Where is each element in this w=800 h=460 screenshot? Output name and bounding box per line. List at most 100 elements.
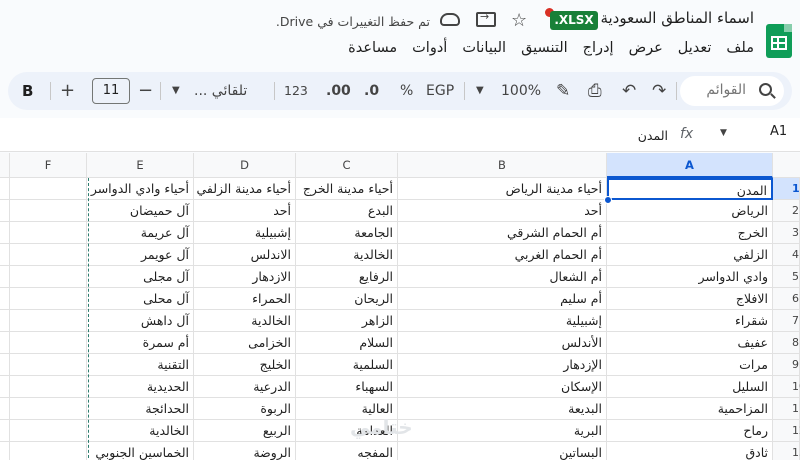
cell-d6[interactable]: الحمراء [194,288,296,310]
zoom-dropdown-icon[interactable]: ▼ [476,72,484,110]
menu-insert[interactable]: إدراج [583,40,614,56]
sheets-logo-icon[interactable] [766,24,792,58]
cell-d12[interactable]: الربيع [194,420,296,442]
cell-c8[interactable]: السلام [296,332,398,354]
increase-font-size-button[interactable]: + [60,72,75,110]
select-all-corner[interactable] [773,153,800,178]
bold-button[interactable]: B [22,72,33,110]
cell-f6[interactable] [10,288,87,310]
row-header[interactable]: 12 [773,420,800,442]
formula-input[interactable]: المدن [638,128,668,143]
cell-e13[interactable]: الخماسين الجنوبي [87,442,194,460]
cell-c13[interactable]: المفجه [296,442,398,460]
menu-edit[interactable]: تعديل [678,40,712,56]
cell-a7[interactable]: شقراء [607,310,773,332]
number-format-button[interactable]: 123 [284,72,308,110]
cell-d10[interactable]: الدرعية [194,376,296,398]
cell-e7[interactable]: آل داهش [87,310,194,332]
cell-e5[interactable]: آل مجلى [87,266,194,288]
cell-e12[interactable]: الخالدية [87,420,194,442]
cell-b2[interactable]: أحد [398,200,607,222]
cell-d13[interactable]: الروضة [194,442,296,460]
menu-help[interactable]: مساعدة [348,40,397,56]
cell-a10[interactable]: السليل [607,376,773,398]
redo-icon[interactable]: ↷ [652,72,666,110]
star-icon[interactable]: ☆ [511,10,527,31]
cell-a9[interactable]: مرات [607,354,773,376]
cell-f11[interactable] [10,398,87,420]
cell-a12[interactable]: رماح [607,420,773,442]
cell-e2[interactable]: آل حميضان [87,200,194,222]
cell-b10[interactable]: الإسكان [398,376,607,398]
font-size-input[interactable]: 11 [92,78,130,104]
document-title[interactable]: اسماء المناطق السعودية [600,9,754,27]
cell-c7[interactable]: الزاهر [296,310,398,332]
cell-d2[interactable]: أحد [194,200,296,222]
cell-f2[interactable] [10,200,87,222]
cell-b9[interactable]: الإزدهار [398,354,607,376]
cell-b8[interactable]: الأندلس [398,332,607,354]
cell-f12[interactable] [10,420,87,442]
row-header[interactable]: 6 [773,288,800,310]
cell-c5[interactable]: الرفايع [296,266,398,288]
cell-e4[interactable]: آل عويمر [87,244,194,266]
row-header[interactable]: 4 [773,244,800,266]
cell-c6[interactable]: الريحان [296,288,398,310]
cell-a5[interactable]: وادي الدواسر [607,266,773,288]
cell-e10[interactable]: الحديدية [87,376,194,398]
move-to-folder-icon[interactable] [476,10,496,27]
menu-search[interactable] [680,76,784,106]
decrease-font-size-button[interactable]: − [138,72,153,110]
cell-c4[interactable]: الخالدية [296,244,398,266]
cell-f4[interactable] [10,244,87,266]
menu-file[interactable]: ملف [726,40,754,56]
menu-format[interactable]: التنسيق [521,40,568,56]
column-header-f[interactable]: F [10,153,87,178]
cell-d11[interactable]: الربوة [194,398,296,420]
cell-f1[interactable] [10,178,87,200]
cell-e6[interactable]: آل محلى [87,288,194,310]
cell-c3[interactable]: الجامعة [296,222,398,244]
cell-a11[interactable]: المزاحمية [607,398,773,420]
cell-d5[interactable]: الازدهار [194,266,296,288]
cell-d7[interactable]: الخالدية [194,310,296,332]
cell-b7[interactable]: إشبيلية [398,310,607,332]
cell-d1[interactable]: أحياء مدينة الزلفي [194,178,296,200]
cell-b5[interactable]: أم الشعال [398,266,607,288]
column-header-a[interactable]: A [607,153,773,178]
row-header[interactable]: 5 [773,266,800,288]
cell-f3[interactable] [10,222,87,244]
font-family-dropdown-icon[interactable]: ▼ [172,72,180,110]
cell-a8[interactable]: عفيف [607,332,773,354]
print-icon[interactable]: ⎙ [588,72,602,110]
cell-f5[interactable] [10,266,87,288]
name-box[interactable]: A1 [770,124,800,146]
row-header[interactable]: 9 [773,354,800,376]
fill-handle[interactable] [604,196,612,204]
cell-b3[interactable]: أم الحمام الشرقي [398,222,607,244]
menu-view[interactable]: عرض [629,40,663,56]
cell-b6[interactable]: أم سليم [398,288,607,310]
menu-data[interactable]: البيانات [462,40,506,56]
cell-f9[interactable] [10,354,87,376]
cell-e11[interactable]: الحدائجة [87,398,194,420]
paint-format-icon[interactable]: ✎ [556,72,570,110]
spreadsheet-grid[interactable]: ABCDEF 1 المدن أحياء مدينة الرياض أحياء مدي… [0,153,800,460]
cell-c9[interactable]: السلمية [296,354,398,376]
menu-tools[interactable]: أدوات [412,40,447,56]
column-header-e[interactable]: E [87,153,194,178]
cell-b12[interactable]: البرية [398,420,607,442]
cell-d8[interactable]: الخزامى [194,332,296,354]
menu-search-input[interactable] [688,82,746,98]
cell-e9[interactable]: التقنية [87,354,194,376]
cell-a1[interactable]: المدن [607,178,773,200]
cell-c10[interactable]: السهباء [296,376,398,398]
cell-a13[interactable]: ثادق [607,442,773,460]
cell-b13[interactable]: البساتين [398,442,607,460]
cell-c1[interactable]: أحياء مدينة الخرج [296,178,398,200]
cell-e1[interactable]: أحياء وادي الدواسر [87,178,194,200]
row-header[interactable]: 11 [773,398,800,420]
decrease-decimal-button[interactable]: .0 [364,72,379,110]
column-header-b[interactable]: B [398,153,607,178]
cell-a4[interactable]: الزلفي [607,244,773,266]
